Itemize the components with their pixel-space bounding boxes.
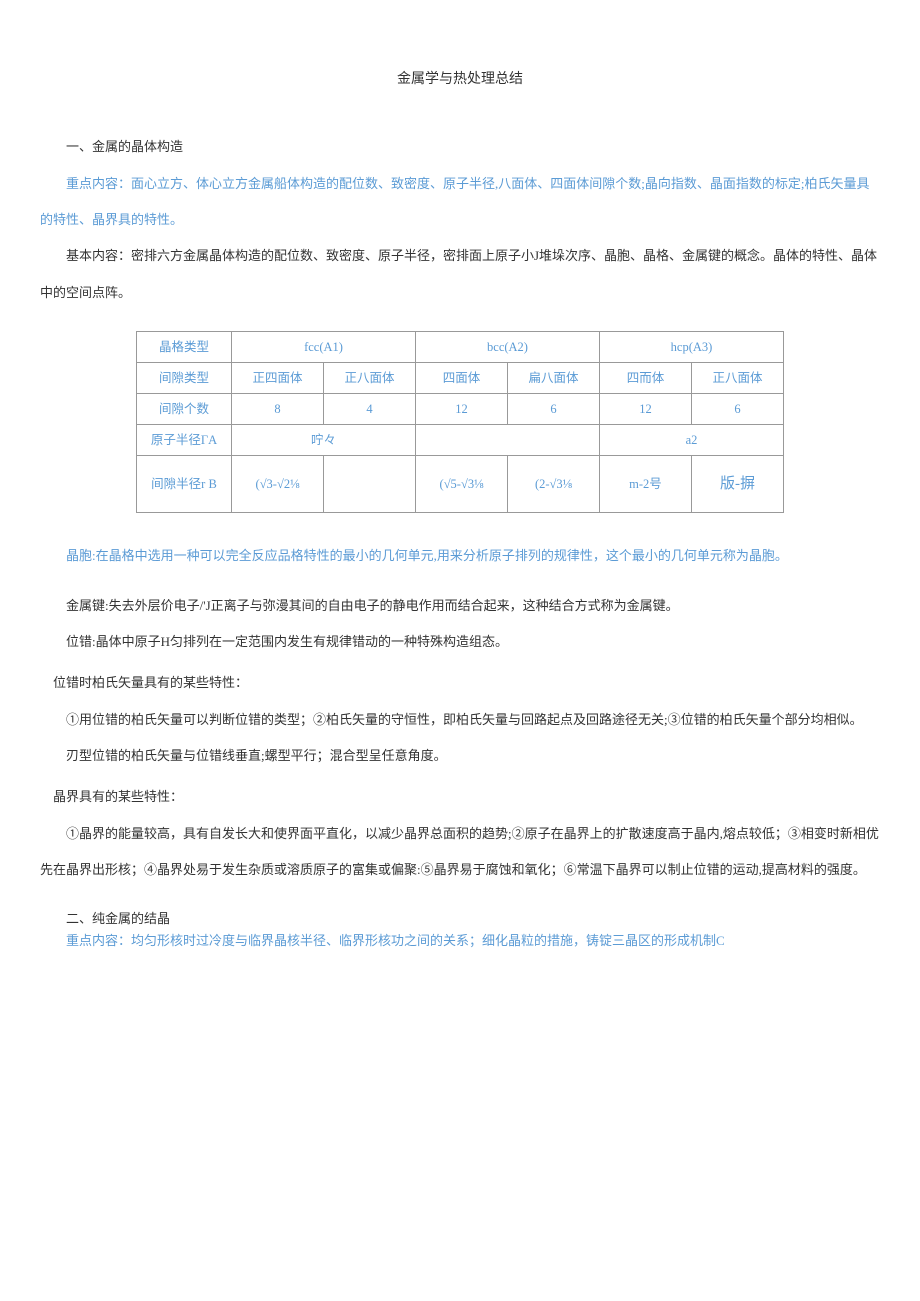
cell: 6 xyxy=(508,394,600,425)
section-2-heading: 二、纯金属的结晶 xyxy=(40,909,880,930)
cell: 8 xyxy=(232,394,324,425)
edge-dislocation-note: 刃型位错的柏氏矢量与位错线垂直;螺型平行；混合型呈任意角度。 xyxy=(40,738,880,774)
table-row: 间隙半径r B (√3-√2⅛ (√5-√3⅛ (2-√3⅛ m-2号 版-摒 xyxy=(137,456,784,513)
cell-lattice-type-label: 晶格类型 xyxy=(137,332,232,363)
cell xyxy=(324,456,416,513)
cell: (√3-√2⅛ xyxy=(232,456,324,513)
cell: 扁八面体 xyxy=(508,363,600,394)
cell: 正八面体 xyxy=(324,363,416,394)
table-row: 晶格类型 fcc(A1) bcc(A2) hcp(A3) xyxy=(137,332,784,363)
cell: 正八面体 xyxy=(692,363,784,394)
cell: 咛々 xyxy=(232,425,416,456)
burgers-properties: ①用位错的柏氏矢量可以判断位错的类型；②柏氏矢量的守恒性，即柏氏矢量与回路起点及… xyxy=(40,702,880,738)
cell: 4 xyxy=(324,394,416,425)
cell: 四而体 xyxy=(600,363,692,394)
cell: m-2号 xyxy=(600,456,692,513)
section-2-keypoints: 重点内容：均匀形核时过冷度与临界晶核半径、临界形核功之间的关系；细化晶粒的措施，… xyxy=(40,929,880,952)
cell-bcc: bcc(A2) xyxy=(416,332,600,363)
def-unit-cell: 晶胞:在晶格中选用一种可以完全反应品格特性的最小的几何单元,用来分析原子排列的规… xyxy=(66,538,880,574)
cell: 12 xyxy=(600,394,692,425)
table-row: 间隙类型 正四面体 正八面体 四面体 扁八面体 四而体 正八面体 xyxy=(137,363,784,394)
cell: 6 xyxy=(692,394,784,425)
burgers-heading: 位错时柏氏矢量具有的某些特性： xyxy=(53,665,880,701)
cell-gap-count-label: 间隙个数 xyxy=(137,394,232,425)
cell: (√5-√3⅛ xyxy=(416,456,508,513)
cell-atom-radius-label: 原子半径ΓA xyxy=(137,425,232,456)
cell: (2-√3⅛ xyxy=(508,456,600,513)
cell: 版-摒 xyxy=(692,456,784,513)
cell-fcc: fcc(A1) xyxy=(232,332,416,363)
doc-title: 金属学与热处理总结 xyxy=(40,60,880,99)
grain-boundary-properties: ①晶界的能量较高，具有自发长大和使界面平直化，以减少晶界总面积的趋势;②原子在晶… xyxy=(40,816,880,889)
section-1-keypoints: 重点内容：面心立方、体心立方金属船体构造的配位数、致密度、原子半径,八面体、四面… xyxy=(40,166,880,239)
def-dislocation: 位错:晶体中原子H匀排列在一定范围内发生有规律错动的一种特殊构造组态。 xyxy=(40,624,880,660)
cell: 正四面体 xyxy=(232,363,324,394)
table-row: 间隙个数 8 4 12 6 12 6 xyxy=(137,394,784,425)
cell: 四面体 xyxy=(416,363,508,394)
cell: 12 xyxy=(416,394,508,425)
cell: a2 xyxy=(600,425,784,456)
section-1-basics: 基本内容：密排六方金属晶体构造的配位数、致密度、原子半径，密排面上原子小J堆垛次… xyxy=(40,238,880,311)
grain-boundary-heading: 晶界具有的某些特性： xyxy=(53,779,880,815)
def-metallic-bond: 金属键:失去外层价电子/'J正离子与弥漫其间的自由电子的静电作用而结合起来，这种… xyxy=(40,588,880,624)
section-1-heading: 一、金属的晶体构造 xyxy=(40,129,880,165)
cell-gap-radius-label: 间隙半径r B xyxy=(137,456,232,513)
table-row: 原子半径ΓA 咛々 a2 xyxy=(137,425,784,456)
cell-hcp: hcp(A3) xyxy=(600,332,784,363)
cell xyxy=(416,425,600,456)
crystal-structure-table: 晶格类型 fcc(A1) bcc(A2) hcp(A3) 间隙类型 正四面体 正… xyxy=(136,331,784,513)
cell-gap-type-label: 间隙类型 xyxy=(137,363,232,394)
